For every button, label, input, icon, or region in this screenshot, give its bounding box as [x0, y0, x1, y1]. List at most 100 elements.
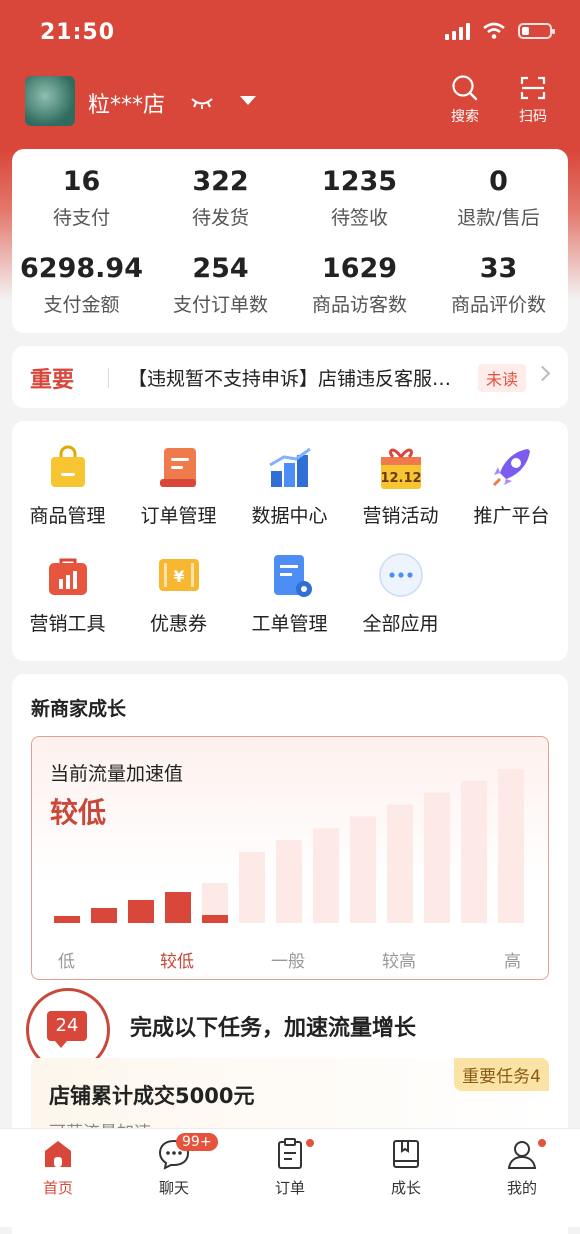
task-heading: 完成以下任务，加速流量增长 [130, 1016, 417, 1041]
accel-bar-filled [128, 900, 154, 923]
growth-title: 新商家成长 [31, 698, 127, 720]
tab-growth[interactable]: 成长 [366, 1137, 446, 1198]
accel-bar-ghost [202, 883, 228, 915]
store-header: 粒***店 搜索 扫码 [0, 70, 580, 140]
search-icon [452, 75, 478, 101]
app-data-center[interactable]: 数据中心 [234, 443, 345, 528]
level-label: 一般 [271, 952, 305, 972]
accel-bar-empty [387, 804, 413, 923]
app-marketing-tools[interactable]: 营销工具 [12, 551, 123, 636]
search-button[interactable]: 搜索 [443, 74, 487, 126]
accel-bar-empty [239, 851, 265, 923]
bar-chart-icon [268, 447, 311, 487]
unread-badge: 未读 [478, 364, 527, 392]
toolbox-icon [48, 558, 87, 595]
signal-icon [445, 22, 470, 40]
tab-orders[interactable]: 订单 [250, 1137, 330, 1198]
stat-value: 254 [192, 253, 249, 284]
app-marketing-activity[interactable]: 12.12 营销活动 [345, 443, 456, 528]
level-label: 低 [58, 952, 75, 972]
accel-bar-empty [498, 769, 524, 923]
stat-label: 商品访客数 [311, 294, 407, 316]
app-label: 营销工具 [29, 613, 106, 635]
stat-value: 322 [192, 166, 249, 197]
more-icon [378, 553, 423, 597]
notice-text: 【违规暂不支持申诉】店铺违反客服… [128, 368, 452, 390]
level-label: 高 [504, 952, 521, 972]
accel-label: 当前流量加速值 [50, 763, 184, 785]
stats-card: 16 待支付 322 待发货 1235 待签收 0 退款/售后 6298.94 支付金额 … [12, 149, 568, 333]
app-all-apps[interactable]: 全部应用 [345, 551, 456, 636]
tab-home[interactable]: 首页 [18, 1137, 98, 1198]
accel-bar-filled [202, 915, 228, 923]
stat-value: 0 [489, 166, 508, 197]
app-label: 订单管理 [140, 505, 217, 527]
svg-text:12.12: 12.12 [380, 471, 421, 486]
stat-label: 商品评价数 [450, 294, 546, 316]
app-ticket-management[interactable]: 工单管理 [234, 551, 345, 636]
tab-label: 首页 [42, 1179, 73, 1197]
app-label: 优惠券 [149, 613, 207, 635]
accel-bar-empty [461, 780, 487, 923]
accel-bar-filled [91, 908, 117, 923]
chevron-right-icon [534, 365, 551, 382]
app-order-management[interactable]: 订单管理 [123, 443, 234, 528]
stat-paid-orders[interactable]: 254 支付订单数 [151, 253, 290, 317]
chat-unread-badge: 99+ [176, 1133, 218, 1151]
app-label: 工单管理 [251, 613, 328, 635]
rocket-icon [492, 449, 530, 487]
notice-divider [108, 368, 109, 388]
tab-profile[interactable]: 我的 [482, 1137, 562, 1198]
app-promotion-platform[interactable]: 推广平台 [456, 443, 567, 528]
order-scroll-icon [159, 448, 196, 487]
eye-hidden-icon[interactable] [190, 96, 214, 110]
store-name[interactable]: 粒***店 [88, 87, 165, 119]
store-avatar[interactable] [25, 76, 75, 126]
tab-label: 我的 [506, 1179, 537, 1197]
accel-bar-filled [165, 892, 191, 923]
accel-bar-filled [54, 916, 80, 923]
stat-pending-payment[interactable]: 16 待支付 [12, 166, 151, 230]
app-label: 营销活动 [362, 505, 439, 527]
orders-dot [306, 1139, 314, 1147]
coupon-icon: ¥ [158, 559, 199, 591]
tab-chat[interactable]: 聊天 99+ [134, 1133, 218, 1198]
tab-label: 聊天 [158, 1179, 189, 1197]
profile-dot [538, 1139, 546, 1147]
stat-value: 33 [479, 253, 518, 284]
traffic-accel-card[interactable]: 当前流量加速值 较低 低 较低 一般 较高 高 [31, 736, 549, 980]
book-icon [393, 1140, 419, 1168]
task-count: 24 [47, 1011, 87, 1048]
accel-bar-empty [276, 840, 302, 923]
stat-product-visitors[interactable]: 1629 商品访客数 [290, 253, 429, 317]
stat-value: 1235 [321, 166, 398, 197]
stat-pending-receipt[interactable]: 1235 待签收 [290, 166, 429, 230]
wifi-icon [483, 22, 505, 39]
store-switch-chevron-down-icon[interactable] [240, 96, 256, 105]
stat-payment-amount[interactable]: 6298.94 支付金额 [12, 253, 151, 317]
stat-value: 6298.94 [20, 253, 143, 284]
app-coupon[interactable]: ¥ 优惠券 [123, 551, 234, 636]
stat-label: 退款/售后 [457, 207, 540, 229]
stat-pending-shipment[interactable]: 322 待发货 [151, 166, 290, 230]
stat-value: 1629 [321, 253, 398, 284]
important-notice-bar[interactable]: 重要 【违规暂不支持申诉】店铺违反客服… 未读 [12, 346, 568, 408]
app-product-management[interactable]: 商品管理 [12, 443, 123, 528]
stat-value: 16 [62, 166, 101, 197]
stat-product-reviews[interactable]: 33 商品评价数 [429, 253, 568, 317]
home-icon [45, 1141, 71, 1167]
user-icon [507, 1141, 537, 1169]
ticket-doc-icon [273, 555, 312, 597]
stat-refund[interactable]: 0 退款/售后 [429, 166, 568, 230]
app-label: 商品管理 [29, 505, 106, 527]
stat-label: 待签收 [330, 207, 388, 229]
app-label: 数据中心 [251, 505, 328, 527]
app-label: 推广平台 [473, 505, 550, 527]
scan-label: 扫码 [519, 109, 547, 125]
scan-button[interactable]: 扫码 [511, 74, 555, 126]
svg-text:¥: ¥ [173, 567, 184, 586]
notice-tag: 重要 [30, 368, 75, 393]
task-badge: 重要任务4 [454, 1058, 549, 1091]
gift-1212-icon: 12.12 [380, 448, 421, 489]
accel-value: 较低 [50, 796, 107, 829]
